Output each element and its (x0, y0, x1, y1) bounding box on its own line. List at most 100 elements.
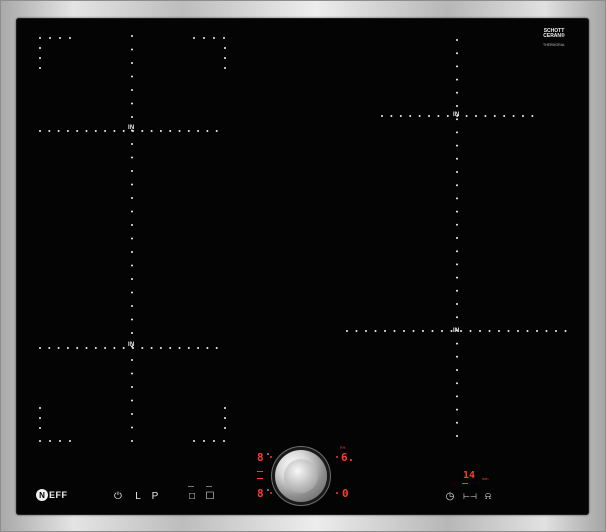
zone-dot-24 (76, 347, 79, 349)
zone-dot-0 (39, 130, 41, 132)
powerboost-button[interactable]: ⊢⊣ (462, 491, 478, 503)
zone-dot-89 (39, 407, 41, 409)
zone-dot-81 (223, 37, 225, 39)
zone-dot-83 (224, 57, 226, 59)
power-level-display-right-bottom: 0 (342, 487, 349, 500)
zone-dot-110 (484, 115, 487, 117)
ceramic-glass-surface: IN IN IN IN SCHOTT CERAN® THERMORAL N EF… (16, 18, 589, 515)
zone-dot-41 (131, 48, 133, 51)
zone-dot-93 (203, 440, 205, 442)
zone-dot-94 (213, 440, 215, 442)
power-button[interactable]: ⏻ (112, 491, 124, 503)
zone-dot-167 (456, 395, 458, 398)
zone-dot-135 (526, 330, 529, 332)
zone-dot-52 (131, 197, 133, 199)
timer-underline (462, 483, 468, 484)
zone-dot-138 (555, 330, 557, 332)
zone-dot-152 (456, 197, 458, 200)
zone-dot-90 (39, 417, 41, 419)
alarm-button[interactable]: ⍾ (482, 491, 494, 503)
boost-icon: ⊢⊣ (463, 492, 477, 501)
zone-dot-139 (564, 330, 567, 332)
flex-right-indicator (206, 486, 212, 487)
zone-dot-96 (224, 407, 226, 409)
zone-dot-136 (536, 330, 538, 332)
zone-dot-61 (131, 318, 133, 321)
zone-dot-102 (409, 115, 412, 117)
zone-dot-164 (456, 355, 458, 358)
zone-dot-85 (39, 440, 41, 442)
zone-dot-18 (206, 130, 209, 132)
zone-dot-13 (159, 130, 162, 132)
zone-dot-171 (267, 453, 269, 455)
zone-dot-1 (48, 130, 51, 132)
zone-dot-158 (456, 276, 458, 279)
zone-dot-36 (187, 347, 190, 349)
zone-dot-112 (503, 115, 506, 117)
timer-button[interactable]: ◷ (444, 491, 456, 503)
lock-button[interactable]: L (133, 491, 143, 503)
zone-dot-118 (365, 330, 367, 332)
neff-logo: N EFF (36, 488, 68, 502)
zone-dot-19 (215, 130, 218, 132)
zone-dot-113 (512, 115, 515, 117)
program-icon: P (151, 491, 159, 502)
zone-dot-69 (131, 426, 133, 429)
bell-icon: ⍾ (484, 491, 492, 502)
zone-dot-142 (456, 65, 458, 68)
zone-dot-16 (187, 130, 190, 132)
zone-dot-68 (131, 413, 133, 415)
zone-dot-97 (224, 417, 226, 419)
zone-dot-17 (197, 130, 200, 132)
zone-dot-32 (150, 347, 153, 349)
cooking-zone-markings (39, 35, 567, 491)
zone-dot-74 (69, 37, 71, 39)
zone-dot-43 (131, 75, 133, 78)
flex-zone-right-button[interactable]: ☐ (204, 491, 216, 503)
zone-dot-159 (456, 289, 458, 292)
zone-dot-166 (456, 382, 458, 385)
zone-dot-129 (469, 330, 472, 332)
zone-dot-14 (169, 130, 172, 132)
flex-zone-left-button[interactable]: □ (186, 491, 198, 503)
zone-label-left-top: IN (128, 125, 135, 131)
neff-logo-word: EFF (49, 490, 68, 500)
zone-dot-103 (418, 115, 421, 117)
zone-dot-26 (94, 347, 97, 349)
zone-dot-28 (113, 347, 116, 349)
flex-zone-right-icon: ☐ (205, 491, 215, 502)
zone-dot-25 (85, 347, 88, 349)
zone-dot-51 (131, 183, 133, 186)
zone-dot-114 (522, 115, 524, 117)
zone-dot-70 (131, 440, 133, 442)
zone-dot-150 (456, 171, 458, 173)
zone-dot-119 (374, 330, 377, 332)
power-level-display-left-top: 8 (257, 451, 264, 464)
zone-dot-149 (456, 157, 458, 160)
program-button[interactable]: P (150, 491, 160, 503)
zone-dot-148 (456, 144, 458, 147)
zone-dot-67 (131, 399, 133, 402)
zone-dot-50 (131, 170, 133, 172)
zone-dot-130 (479, 330, 481, 332)
zone-dot-12 (150, 130, 153, 132)
zone-dot-147 (456, 131, 458, 134)
zone-dot-35 (178, 347, 181, 349)
twist-pad-control-knob[interactable] (275, 450, 327, 502)
zone-dot-121 (393, 330, 396, 332)
zone-dot-157 (456, 263, 458, 266)
zone-indicator-left-mid (257, 471, 263, 472)
timer-display: 14 (463, 470, 476, 481)
zone-dot-79 (203, 37, 205, 39)
zone-dot-right-bottom (336, 492, 338, 494)
zone-dot-60 (131, 305, 133, 307)
timer-unit: min (482, 476, 489, 481)
zone-dot-8 (113, 130, 116, 132)
zone-dot-137 (545, 330, 548, 332)
zone-dot-100 (390, 115, 393, 117)
zone-dot-101 (399, 115, 402, 117)
zone-dot-155 (456, 237, 458, 239)
zone-dot-126 (441, 330, 443, 332)
zone-dot-82 (224, 47, 226, 49)
zone-dot-122 (403, 330, 405, 332)
